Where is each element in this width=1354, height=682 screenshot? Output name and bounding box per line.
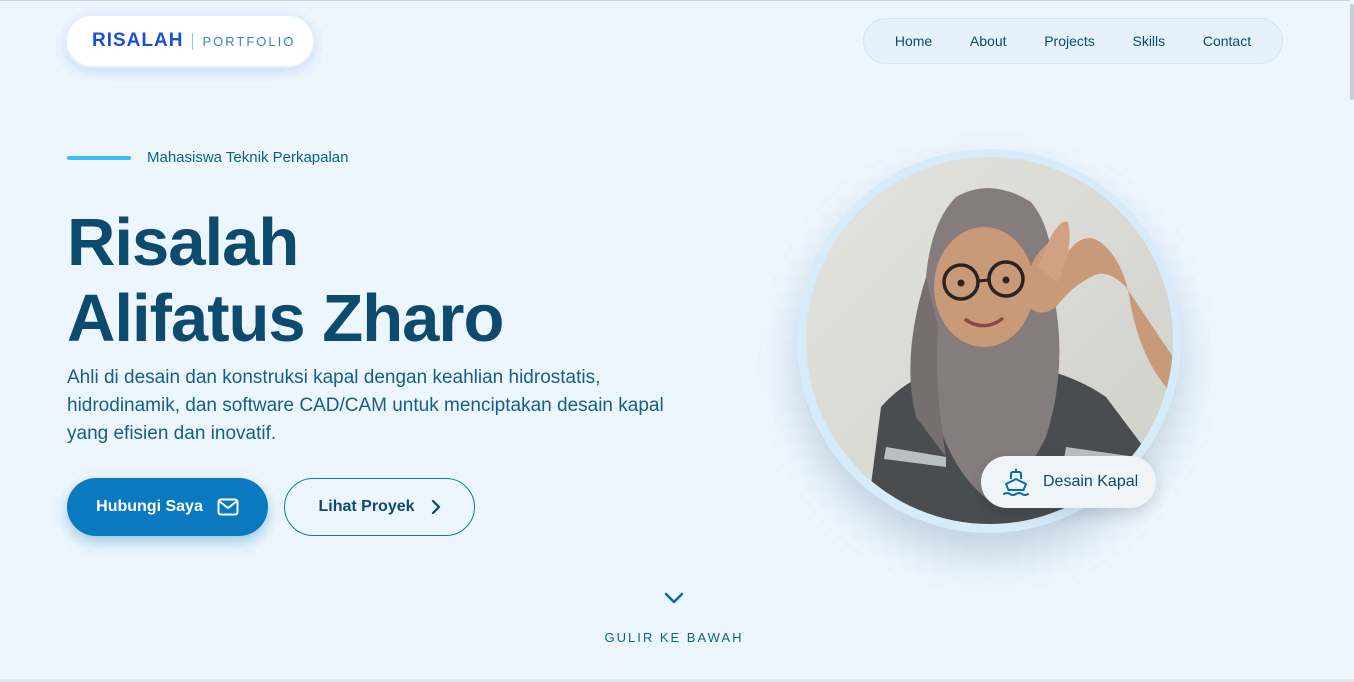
hero-description: Ahli di desain dan konstruksi kapal deng… <box>67 367 664 444</box>
specialty-badge-label: Desain Kapal <box>1043 473 1139 490</box>
scroll-hint[interactable]: GULIR KE BAWAH <box>574 630 774 645</box>
hero-name: Risalah Alifatus Zharo <box>67 205 504 357</box>
ship-icon <box>1003 468 1029 496</box>
hero-name-line-2: Alifatus Zharo <box>67 281 504 356</box>
chevron-right-icon <box>431 499 440 515</box>
scrollbar-thumb[interactable] <box>1350 4 1354 100</box>
contact-button-label: Hubungi Saya <box>96 498 203 515</box>
logo-subtitle: PORTFOLIO <box>202 33 296 49</box>
page-scrollbar[interactable] <box>1350 0 1354 682</box>
logo[interactable]: RISALAH PORTFOLIO <box>67 16 313 66</box>
tagline-accent-line <box>67 156 131 160</box>
tagline: Mahasiswa Teknik Perkapalan <box>147 149 349 166</box>
logo-divider <box>192 32 194 50</box>
hero-name-line-1: Risalah <box>67 205 299 280</box>
nav-contact[interactable]: Contact <box>1203 33 1251 49</box>
chevron-down-icon[interactable] <box>663 590 685 606</box>
logo-name: RISALAH <box>92 30 184 51</box>
contact-button[interactable]: Hubungi Saya <box>67 478 268 536</box>
main-nav: Home About Projects Skills Contact <box>863 18 1283 64</box>
specialty-badge: Desain Kapal <box>981 456 1156 508</box>
top-border <box>0 0 1354 1</box>
nav-about[interactable]: About <box>970 33 1007 49</box>
nav-projects[interactable]: Projects <box>1044 33 1095 49</box>
view-projects-button-label: Lihat Proyek <box>318 498 415 515</box>
mail-icon <box>217 498 239 516</box>
nav-skills[interactable]: Skills <box>1132 33 1165 49</box>
view-projects-button[interactable]: Lihat Proyek <box>284 478 475 536</box>
nav-home[interactable]: Home <box>895 33 932 49</box>
